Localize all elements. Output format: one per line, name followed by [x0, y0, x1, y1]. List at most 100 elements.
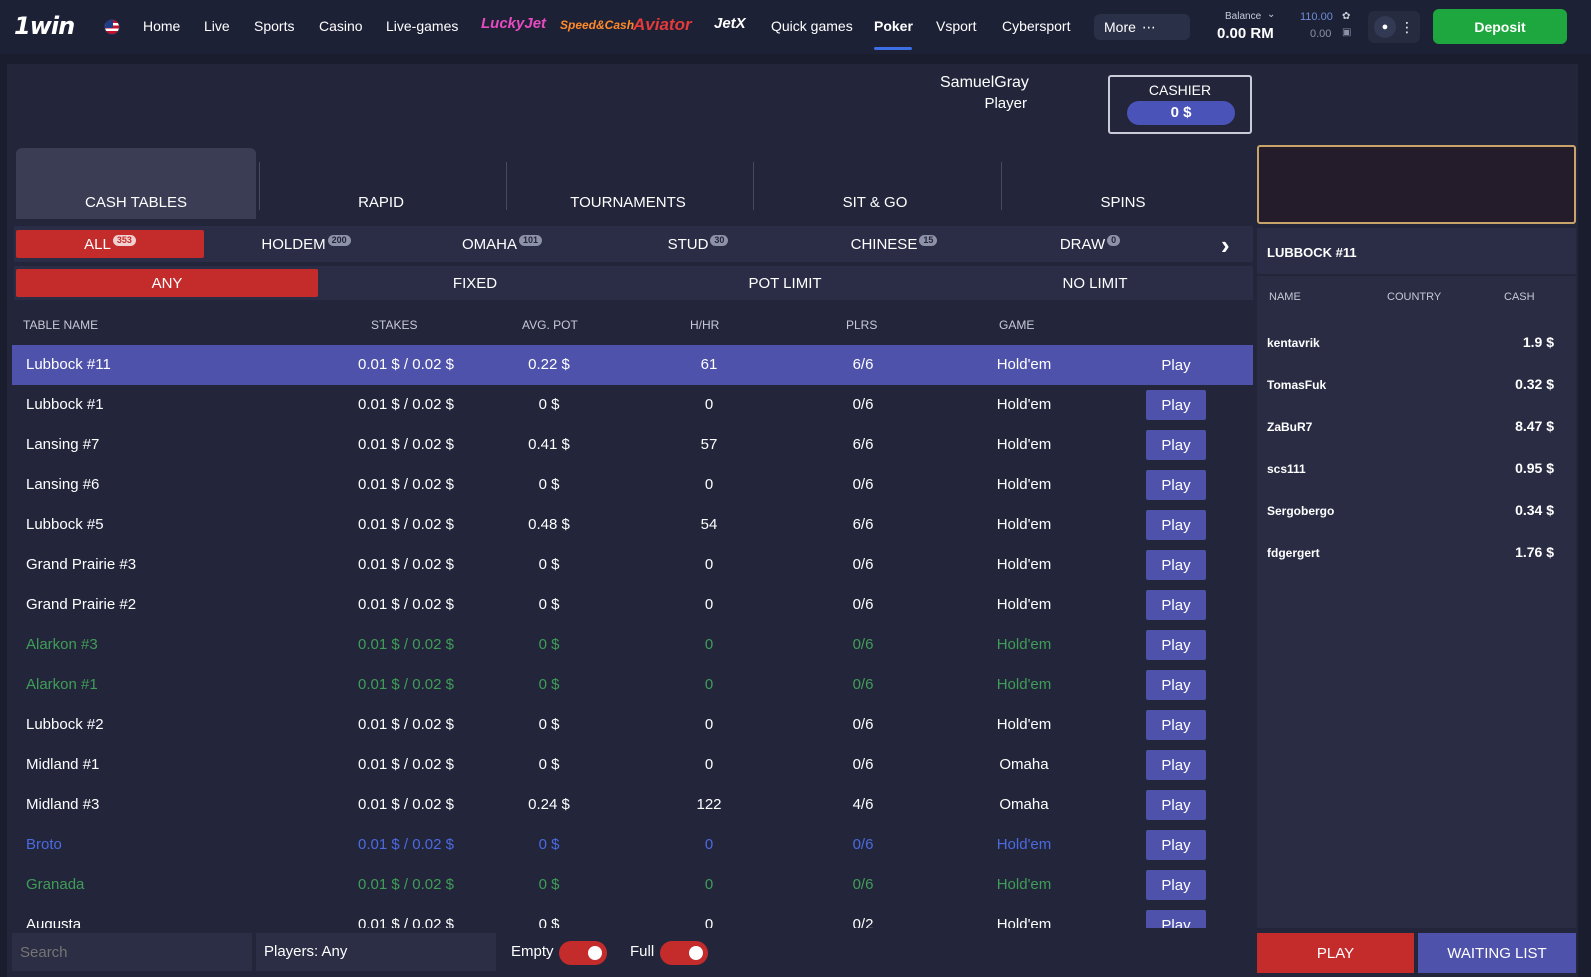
table-stakes: 0.01 $ / 0.02 $ [358, 436, 454, 453]
filter-all[interactable]: ALL 353 [16, 230, 204, 258]
search-input[interactable] [12, 933, 252, 971]
cashier-label: CASHIER [1148, 82, 1212, 98]
account-menu[interactable]: ● ⋮ [1368, 11, 1420, 43]
tab-tournaments[interactable]: TOURNAMENTS [508, 148, 748, 219]
table-avg-pot: 0 $ [538, 876, 560, 893]
nav-cybersport[interactable]: Cybersport [1002, 18, 1070, 34]
nav-quick-games[interactable]: Quick games [771, 18, 853, 34]
tab-spins[interactable]: SPINS [1003, 148, 1243, 219]
full-toggle[interactable] [660, 941, 708, 965]
row-play-button[interactable]: Play [1146, 670, 1206, 700]
table-row[interactable]: Alarkon #3 0.01 $ / 0.02 $ 0 $ 0 0/6 Hold'em P… [12, 625, 1253, 665]
nav-live[interactable]: Live [204, 18, 230, 34]
row-play-button[interactable]: Play [1146, 470, 1206, 500]
promo-banner[interactable] [1257, 145, 1576, 224]
table-row[interactable]: Augusta 0.01 $ / 0.02 $ 0 $ 0 0/2 Hold'em Play [12, 905, 1253, 928]
row-play-button[interactable]: Play [1146, 510, 1206, 540]
row-play-button[interactable]: Play [1146, 590, 1206, 620]
filter-stud[interactable]: STUD 30 [604, 226, 792, 262]
language-flag-icon[interactable] [104, 19, 120, 35]
limit-fixed[interactable]: FIXED [324, 266, 626, 300]
chevron-down-icon[interactable]: ⌄ [1267, 9, 1275, 20]
filter-draw[interactable]: DRAW 0 [996, 226, 1184, 262]
row-play-button[interactable]: Play [1146, 350, 1206, 380]
col-avg-pot[interactable]: AVG. POT [522, 318, 578, 332]
table-row[interactable]: Lubbock #11 0.01 $ / 0.02 $ 0.22 $ 61 6/6 Hol… [12, 345, 1253, 385]
nav-jetx[interactable]: JetX [714, 15, 746, 32]
col-table-name[interactable]: TABLE NAME [23, 318, 98, 332]
table-hhr: 0 [704, 916, 714, 928]
balance-value[interactable]: 0.00 RM [1217, 25, 1274, 42]
player-cash: 8.47 $ [1515, 418, 1554, 434]
player-name: fdgergert [1267, 546, 1320, 560]
tab-rapid[interactable]: RAPID [261, 148, 501, 219]
logo[interactable]: 1win [14, 12, 75, 40]
table-game: Hold'em [996, 556, 1052, 573]
nav-live-games[interactable]: Live-games [386, 18, 458, 34]
table-row[interactable]: Lansing #6 0.01 $ / 0.02 $ 0 $ 0 0/6 Hold'em P… [12, 465, 1253, 505]
row-play-button[interactable]: Play [1146, 790, 1206, 820]
row-play-button[interactable]: Play [1146, 830, 1206, 860]
table-row[interactable]: Broto 0.01 $ / 0.02 $ 0 $ 0 0/6 Hold'em Play [12, 825, 1253, 865]
col-game[interactable]: GAME [999, 318, 1034, 332]
table-row[interactable]: Grand Prairie #2 0.01 $ / 0.02 $ 0 $ 0 0/6 Ho… [12, 585, 1253, 625]
row-play-button[interactable]: Play [1146, 870, 1206, 900]
filter-chinese[interactable]: CHINESE 15 [800, 226, 988, 262]
more-button[interactable]: More ⋯ [1094, 14, 1190, 40]
table-row[interactable]: Lubbock #5 0.01 $ / 0.02 $ 0.48 $ 54 6/6 Hold… [12, 505, 1253, 545]
table-row[interactable]: Grand Prairie #3 0.01 $ / 0.02 $ 0 $ 0 0/6 Ho… [12, 545, 1253, 585]
col-hhr[interactable]: H/HR [690, 318, 719, 332]
table-row[interactable]: Lubbock #1 0.01 $ / 0.02 $ 0 $ 0 0/6 Hold'em P… [12, 385, 1253, 425]
table-players-panel: NAME COUNTRY CASH kentavrik 1.9 $ TomasFuk… [1257, 276, 1576, 928]
col-stakes[interactable]: STAKES [371, 318, 417, 332]
player-row: scs111 0.95 $ [1257, 446, 1576, 488]
col-cash: CASH [1504, 291, 1535, 303]
nav-speed-cash[interactable]: Speed&Cash [560, 18, 634, 32]
tab-cash-tables[interactable]: CASH TABLES [16, 148, 256, 219]
filter-holdem[interactable]: HOLDEM 200 [212, 226, 400, 262]
limit-no-limit[interactable]: NO LIMIT [944, 266, 1246, 300]
deposit-button[interactable]: Deposit [1433, 9, 1567, 44]
players-select[interactable]: Players: Any [256, 933, 496, 971]
nav-poker[interactable]: Poker [874, 18, 913, 34]
table-stakes: 0.01 $ / 0.02 $ [358, 916, 454, 928]
table-row[interactable]: Alarkon #1 0.01 $ / 0.02 $ 0 $ 0 0/6 Hold'em P… [12, 665, 1253, 705]
table-row[interactable]: Lansing #7 0.01 $ / 0.02 $ 0.41 $ 57 6/6 Hold… [12, 425, 1253, 465]
nav-casino[interactable]: Casino [319, 18, 363, 34]
nav-sports[interactable]: Sports [254, 18, 294, 34]
filter-omaha[interactable]: OMAHA 101 [408, 226, 596, 262]
casino-balance: 0.00 [1310, 28, 1332, 40]
table-name: Midland #1 [26, 756, 100, 773]
user-icon[interactable]: ● [1374, 16, 1396, 38]
limit-pot-limit[interactable]: POT LIMIT [634, 266, 936, 300]
row-play-button[interactable]: Play [1146, 630, 1206, 660]
table-row[interactable]: Midland #1 0.01 $ / 0.02 $ 0 $ 0 0/6 Omaha Pla… [12, 745, 1253, 785]
table-row[interactable]: Midland #3 0.01 $ / 0.02 $ 0.24 $ 122 4/6 Oma… [12, 785, 1253, 825]
nav-home[interactable]: Home [143, 18, 180, 34]
row-play-button[interactable]: Play [1146, 550, 1206, 580]
play-button[interactable]: PLAY [1257, 933, 1414, 973]
ellipsis-icon: ⋯ [1141, 18, 1156, 35]
row-play-button[interactable]: Play [1146, 430, 1206, 460]
nav-vsport[interactable]: Vsport [936, 18, 976, 34]
table-row[interactable]: Lubbock #2 0.01 $ / 0.02 $ 0 $ 0 0/6 Hold'em P… [12, 705, 1253, 745]
tab-sit-and-go[interactable]: SIT & GO [755, 148, 995, 219]
cashier-balance[interactable]: 0 $ [1127, 101, 1235, 125]
nav-luckyjet[interactable]: LuckyJet [481, 15, 546, 32]
waiting-list-button[interactable]: WAITING LIST [1418, 933, 1576, 973]
chevron-right-icon[interactable]: › [1221, 230, 1230, 261]
nav-aviator[interactable]: Aviator [633, 15, 692, 35]
table-game: Hold'em [996, 516, 1052, 533]
kebab-menu-icon[interactable]: ⋮ [1400, 19, 1414, 36]
row-play-button[interactable]: Play [1146, 750, 1206, 780]
row-play-button[interactable]: Play [1146, 710, 1206, 740]
table-hhr: 0 [704, 876, 714, 893]
col-plrs[interactable]: PLRS [846, 318, 877, 332]
row-play-button[interactable]: Play [1146, 910, 1206, 928]
player-name: kentavrik [1267, 336, 1320, 350]
cashier-box[interactable]: CASHIER 0 $ [1108, 75, 1252, 134]
row-play-button[interactable]: Play [1146, 390, 1206, 420]
table-row[interactable]: Granada 0.01 $ / 0.02 $ 0 $ 0 0/6 Hold'em Play [12, 865, 1253, 905]
limit-any[interactable]: ANY [16, 269, 318, 297]
empty-toggle[interactable] [559, 941, 607, 965]
